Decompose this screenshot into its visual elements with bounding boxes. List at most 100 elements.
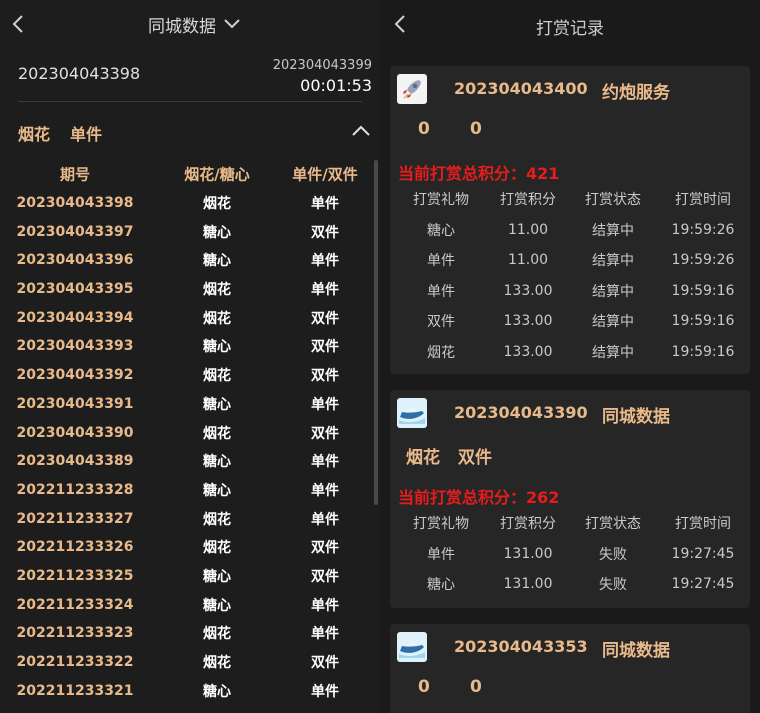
- card-result-b: 0: [470, 677, 482, 697]
- record-status: 失败: [599, 577, 627, 594]
- row-type: 烟花: [203, 196, 231, 213]
- card-result-a: 0: [418, 677, 430, 697]
- card-total-points: 当前打赏总积分：421: [398, 160, 559, 184]
- row-odd-even: 单件: [311, 597, 339, 614]
- card-result-a: 烟花: [406, 448, 440, 468]
- history-table: 期号 烟花/糖心 单件/双件 202304043398 烟花 单件 202304043…: [0, 160, 380, 713]
- card-issue-number: 202304043400: [454, 79, 588, 98]
- record-gift: 双件: [427, 314, 455, 331]
- record-time: 19:59:16: [671, 343, 735, 360]
- row-odd-even: 单件: [311, 253, 339, 270]
- chevron-up-icon[interactable]: [350, 120, 372, 142]
- record-status: 结算中: [592, 253, 634, 270]
- row-issue-number: 202304043397: [16, 223, 134, 240]
- row-type: 糖心: [203, 597, 231, 614]
- row-odd-even: 单件: [311, 683, 339, 700]
- row-type: 糖心: [203, 224, 231, 241]
- back-arrow-icon[interactable]: [8, 13, 30, 35]
- history-scrollbar[interactable]: [374, 160, 378, 505]
- record-gift: 烟花: [427, 344, 455, 361]
- record-points: 133.00: [503, 343, 553, 360]
- row-issue-number: 202304043398: [16, 195, 134, 212]
- record-gift: 糖心: [427, 577, 455, 594]
- row-type: 糖心: [203, 339, 231, 356]
- column-header-time: 打赏时间: [675, 192, 731, 209]
- table-row: 202211233322 烟花 双件: [0, 648, 370, 677]
- record-gift: 单件: [427, 253, 455, 270]
- row-type: 糖心: [203, 396, 231, 413]
- record-time: 19:27:45: [671, 576, 735, 593]
- column-header-points: 打赏积分: [500, 516, 556, 533]
- row-issue-number: 202211233326: [16, 539, 134, 556]
- total-value: 262: [526, 488, 560, 507]
- row-type: 糖心: [203, 568, 231, 585]
- row-issue-number: 202304043392: [16, 367, 134, 384]
- row-issue-number: 202211233328: [16, 481, 134, 498]
- card-game-name: 约炮服务: [602, 83, 670, 103]
- latest-result-odd-even: 单件: [70, 125, 103, 144]
- table-row: 202211233324 糖心 单件: [0, 590, 370, 619]
- row-type: 烟花: [203, 626, 231, 643]
- card-game-name: 同城数据: [602, 641, 670, 661]
- row-type: 糖心: [203, 683, 231, 700]
- row-issue-number: 202304043391: [16, 395, 134, 412]
- record-gift: 单件: [427, 283, 455, 300]
- tip-record-row: 糖心 11.00 结算中 19:59:26: [390, 215, 750, 246]
- row-odd-even: 双件: [311, 310, 339, 327]
- row-type: 烟花: [203, 368, 231, 385]
- table-row: 202304043389 糖心 单件: [0, 447, 370, 476]
- table-row: 202304043394 烟花 双件: [0, 303, 370, 332]
- tip-record-row: 糖心 131.00 失败 19:27:45: [390, 569, 750, 600]
- row-odd-even: 双件: [311, 425, 339, 442]
- column-header-gift: 打赏礼物: [413, 516, 469, 533]
- record-gift: 单件: [427, 546, 455, 563]
- record-points: 131.00: [503, 545, 553, 562]
- column-header-odd-even: 单件/双件: [292, 165, 358, 184]
- record-status: 结算中: [592, 344, 634, 361]
- card-result-b: 双件: [458, 448, 492, 468]
- row-odd-even: 单件: [311, 282, 339, 299]
- tip-record-row: 单件 11.00 结算中 19:59:26: [390, 245, 750, 276]
- tip-table-header: 打赏礼物 打赏积分 打赏状态 打赏时间: [390, 508, 750, 539]
- row-odd-even: 单件: [311, 454, 339, 471]
- row-type: 烟花: [203, 425, 231, 442]
- tip-record-row: 烟花 133.00 结算中 19:59:16: [390, 337, 750, 368]
- total-value: 421: [526, 164, 560, 183]
- page-title: 打赏记录: [536, 19, 604, 39]
- record-points: 11.00: [507, 221, 549, 238]
- record-points: 11.00: [507, 252, 549, 269]
- tip-record-row: 单件 131.00 失败 19:27:45: [390, 539, 750, 570]
- record-time: 19:59:26: [671, 221, 735, 238]
- row-issue-number: 202211233323: [16, 625, 134, 642]
- tip-record-card: 202304043390 同城数据 烟花 双件 当前打赏总积分：262 打赏礼物…: [390, 390, 750, 608]
- record-time: 19:27:45: [671, 545, 735, 562]
- record-time: 19:59:26: [671, 252, 735, 269]
- right-header: 打赏记录: [380, 0, 760, 50]
- record-points: 131.00: [503, 576, 553, 593]
- tip-record-card: 202304043400 约炮服务 0 0 当前打赏总积分：421 打赏礼物 打…: [390, 66, 750, 374]
- record-status: 结算中: [592, 314, 634, 331]
- total-label: 当前打赏总积分：: [398, 164, 527, 183]
- tip-record-card: 202304043353 同城数据 0 0: [390, 624, 750, 713]
- row-issue-number: 202304043394: [16, 309, 134, 326]
- column-header-issue: 期号: [59, 165, 91, 184]
- record-status: 失败: [599, 546, 627, 563]
- card-total-points: 当前打赏总积分：262: [398, 484, 559, 508]
- data-source-selector[interactable]: 同城数据: [148, 12, 240, 37]
- card-result-a: 0: [418, 119, 430, 139]
- row-issue-number: 202211233327: [16, 510, 134, 527]
- table-row: 202304043393 糖心 双件: [0, 332, 370, 361]
- table-row: 202304043398 烟花 单件: [0, 189, 370, 218]
- table-row: 202211233327 烟花 单件: [0, 504, 370, 533]
- row-odd-even: 双件: [311, 540, 339, 557]
- card-game-name: 同城数据: [602, 407, 670, 427]
- row-type: 烟花: [203, 540, 231, 557]
- row-issue-number: 202304043393: [16, 338, 134, 355]
- column-header-gift: 打赏礼物: [413, 192, 469, 209]
- row-issue-number: 202304043389: [16, 453, 134, 470]
- column-header-time: 打赏时间: [675, 516, 731, 533]
- row-odd-even: 单件: [311, 482, 339, 499]
- record-gift: 糖心: [427, 222, 455, 239]
- latest-result-type: 烟花: [18, 125, 51, 144]
- tip-record-row: 单件 133.00 结算中 19:59:16: [390, 276, 750, 307]
